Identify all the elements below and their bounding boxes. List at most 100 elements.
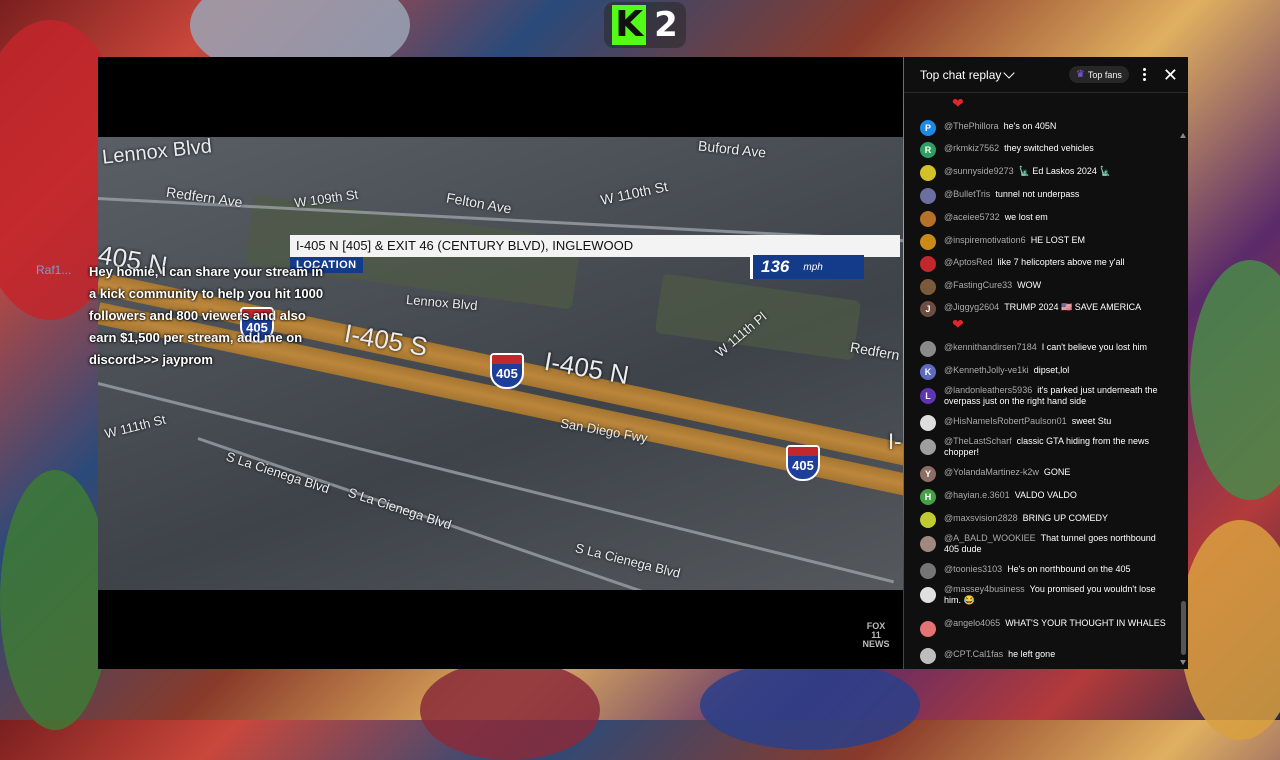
- avatar[interactable]: J: [920, 301, 936, 317]
- chat-mode-dropdown[interactable]: Top chat replay: [920, 68, 1001, 82]
- chat-author[interactable]: @landonleathers5936: [944, 385, 1032, 395]
- chat-message: J @Jiggyg2604 TRUMP 2024 🇺🇸 SAVE AMERICA: [920, 301, 1170, 317]
- chat-message: @aceiee5732 we lost em: [920, 211, 1170, 227]
- avatar[interactable]: [920, 211, 936, 227]
- avatar[interactable]: L: [920, 388, 936, 404]
- interstate-405-shield-icon: 405: [490, 353, 524, 389]
- chat-author[interactable]: @YolandaMartinez-k2w: [944, 467, 1039, 477]
- chat-author[interactable]: @Jiggyg2604: [944, 302, 999, 312]
- chat-message: H @hayian.e.3601 VALDO VALDO: [920, 489, 1170, 505]
- chat-author[interactable]: @inspiremotivation6: [944, 235, 1026, 245]
- chat-author[interactable]: @FastingCure33: [944, 280, 1012, 290]
- overlay-chat-message: Hey homie, I can share your stream in a …: [89, 264, 324, 367]
- avatar[interactable]: [920, 415, 936, 431]
- scroll-up-arrow-icon[interactable]: [1180, 133, 1186, 138]
- scroll-thumb[interactable]: [1181, 601, 1186, 655]
- map-label: W 111th St: [103, 411, 168, 442]
- avatar[interactable]: [920, 563, 936, 579]
- chat-message: @kennithandirsen7184 I can't believe you …: [920, 341, 1170, 357]
- avatar[interactable]: H: [920, 489, 936, 505]
- chat-author[interactable]: @massey4business: [944, 584, 1025, 594]
- chat-text: He's on northbound on the 405: [1007, 564, 1131, 574]
- avatar[interactable]: [920, 188, 936, 204]
- map-label: Lennox Blvd: [101, 137, 213, 169]
- more-options-icon[interactable]: [1139, 68, 1151, 81]
- close-icon[interactable]: ✕: [1163, 66, 1178, 84]
- avatar[interactable]: R: [920, 142, 936, 158]
- overlay-chat-username: Raf1...: [36, 263, 72, 277]
- chat-author[interactable]: @kennithandirsen7184: [944, 342, 1037, 352]
- chat-message: @FastingCure33 WOW: [920, 279, 1170, 295]
- chat-message: P @ThePhillora he's on 405N: [920, 120, 1170, 136]
- scroll-down-arrow-icon[interactable]: [1180, 660, 1186, 665]
- chat-message: @inspiremotivation6 HE LOST EM: [920, 234, 1170, 250]
- chat-author[interactable]: @aceiee5732: [944, 212, 1000, 222]
- chevron-down-icon[interactable]: [1003, 66, 1016, 79]
- map-label: S La Cienega Blvd: [224, 448, 332, 497]
- avatar[interactable]: [920, 536, 936, 552]
- map-label: Redfern: [848, 338, 901, 364]
- chat-author[interactable]: @angelo4065: [944, 618, 1000, 628]
- backdrop-art: [0, 470, 110, 730]
- chat-author[interactable]: @BulletTris: [944, 189, 990, 199]
- chat-author[interactable]: @ThePhillora: [944, 121, 999, 131]
- chat-author[interactable]: @KennethJolly-ve1ki: [944, 365, 1029, 375]
- chat-author[interactable]: @CPT.Cal1fas: [944, 649, 1003, 659]
- chat-message: @HisNameIsRobertPaulson01 sweet Stu: [920, 415, 1170, 431]
- chat-author[interactable]: @HisNameIsRobertPaulson01: [944, 416, 1067, 426]
- speed-unit: mph: [803, 261, 823, 273]
- chat-text: I can't believe you lost him: [1041, 342, 1147, 352]
- chat-text: tunnel not underpass: [995, 189, 1080, 199]
- speed-value: 136: [761, 257, 790, 276]
- viewer-count: 2: [654, 5, 678, 45]
- chat-author[interactable]: @AptosRed: [944, 257, 993, 267]
- top-fans-button[interactable]: ♛ Top fans: [1068, 66, 1129, 83]
- avatar[interactable]: K: [920, 364, 936, 380]
- chat-author[interactable]: @maxsvision2828: [944, 513, 1018, 523]
- chat-message: @toonies3103 He's on northbound on the 40…: [920, 563, 1170, 579]
- fox11-logo: FOX 11 NEWS: [862, 621, 890, 649]
- chat-author[interactable]: @toonies3103: [944, 564, 1002, 574]
- chat-message: R @rkmkiz7562 they switched vehicles: [920, 142, 1170, 158]
- map-label: Felton Ave: [445, 189, 513, 217]
- map-label: W 110th St: [599, 178, 670, 208]
- kick-viewer-badge: K 2: [604, 2, 686, 48]
- map-road: [98, 382, 895, 584]
- chat-author[interactable]: @sunnyside9273: [944, 166, 1014, 176]
- avatar[interactable]: [920, 621, 936, 637]
- chat-text: like 7 helicopters above me y'all: [997, 257, 1125, 267]
- avatar[interactable]: [920, 587, 936, 603]
- chat-message: @TheLastScharf classic GTA hiding from th…: [920, 436, 1170, 458]
- chat-text: WHAT'S YOUR THOUGHT IN WHALES: [1005, 618, 1166, 628]
- kick-logo-icon: K: [612, 5, 647, 45]
- location-banner: I-405 N [405] & EXIT 46 (CENTURY BLVD), …: [290, 235, 900, 257]
- map-label: Buford Ave: [697, 137, 767, 161]
- avatar[interactable]: [920, 256, 936, 272]
- chat-text: we lost em: [1004, 212, 1048, 222]
- avatar[interactable]: [920, 341, 936, 357]
- video-player[interactable]: Lennox Blvd Redfern Ave W 109th St Felto…: [36, 57, 903, 669]
- chat-author[interactable]: @hayian.e.3601: [944, 490, 1010, 500]
- chat-author[interactable]: @A_BALD_WOOKIEE: [944, 533, 1036, 543]
- chat-message: L @landonleathers5936 it's parked just un…: [920, 385, 1170, 407]
- avatar[interactable]: Y: [920, 466, 936, 482]
- avatar[interactable]: [920, 648, 936, 664]
- avatar[interactable]: [920, 165, 936, 181]
- heart-emoji-icon: ❤: [952, 316, 964, 332]
- avatar[interactable]: P: [920, 120, 936, 136]
- chat-author[interactable]: @TheLastScharf: [944, 436, 1012, 446]
- chat-message: @A_BALD_WOOKIEE That tunnel goes northbou…: [920, 533, 1170, 555]
- backdrop-art: [1180, 520, 1280, 740]
- chat-message: @sunnyside9273 🗽 Ed Laskos 2024 🗽: [920, 165, 1170, 181]
- chat-scrollbar[interactable]: [1180, 133, 1186, 665]
- avatar[interactable]: [920, 512, 936, 528]
- chat-message-list[interactable]: ❤ P @ThePhillora he's on 405N R @rkmkiz75…: [904, 93, 1188, 669]
- chat-message: Y @YolandaMartinez-k2w GONE: [920, 466, 1170, 482]
- avatar[interactable]: [920, 279, 936, 295]
- chat-author[interactable]: @rkmkiz7562: [944, 143, 999, 153]
- chat-text: dipset,lol: [1033, 365, 1070, 375]
- speed-indicator: 136 mph: [750, 255, 864, 279]
- avatar[interactable]: [920, 439, 936, 455]
- avatar[interactable]: [920, 234, 936, 250]
- map-label: S La Cienega Blvd: [346, 484, 454, 533]
